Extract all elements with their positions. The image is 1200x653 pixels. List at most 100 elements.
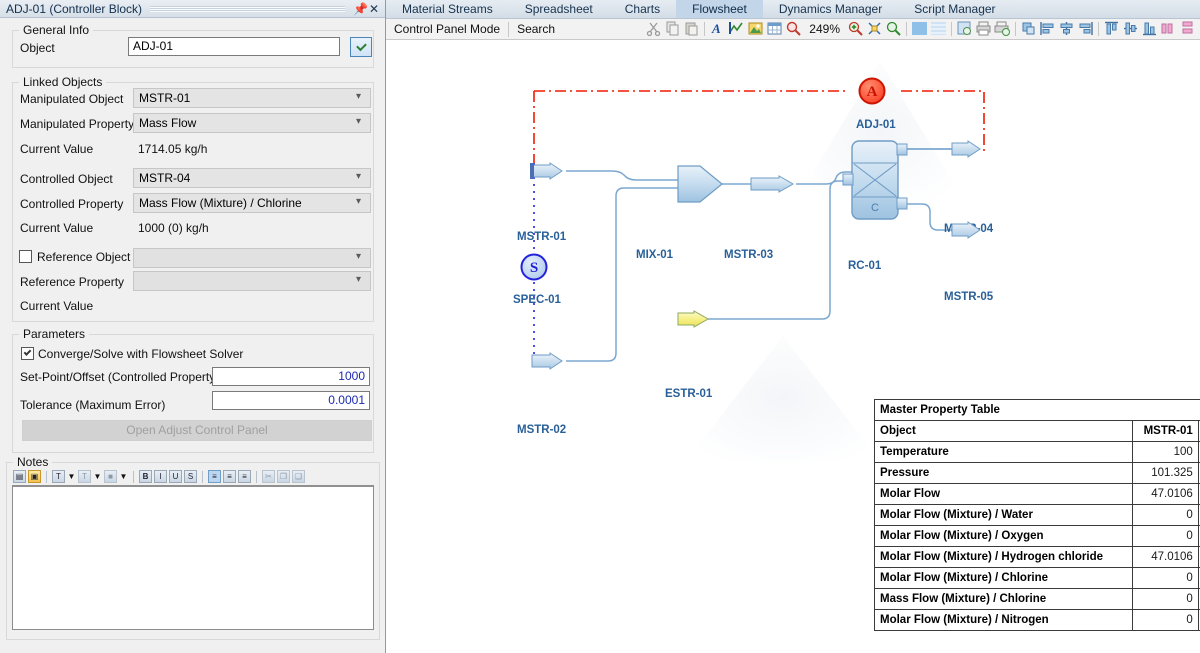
flowsheet-label-MSTR-02: MSTR-02 <box>517 424 566 436</box>
general-info-legend: General Info <box>19 23 94 37</box>
row-label: Temperature <box>873 441 1134 463</box>
toolbar-divider <box>951 21 952 36</box>
notes-textarea[interactable] <box>12 485 374 630</box>
tab-label: Charts <box>624 2 661 16</box>
pin-icon[interactable]: 📌 <box>353 2 368 16</box>
column-header-object: Object <box>873 420 1134 442</box>
panel-titlebar: ADJ-01 (Controller Block) 📌 ✕ <box>0 0 385 18</box>
print-preview-icon[interactable] <box>994 20 1011 37</box>
zoom-fit-icon[interactable] <box>866 20 883 37</box>
reference-property-label: Reference Property <box>20 275 125 289</box>
font-color-icon[interactable]: ■ <box>104 470 117 483</box>
controlled-property-select[interactable]: Mass Flow (Mixture) / Chlorine ▾ <box>133 193 371 213</box>
tab-spreadsheet[interactable]: Spreadsheet <box>509 0 609 18</box>
align-middle-icon[interactable] <box>1122 20 1139 37</box>
paste-icon[interactable]: ❑ <box>292 470 305 483</box>
reference-current-value-label: Current Value <box>20 299 94 313</box>
stream-MSTR-03 <box>750 175 795 193</box>
controlled-object-label: Controlled Object <box>20 172 113 186</box>
table-header-row: Object MSTR-01 MSTR-02 MSTR-03 MSTR-04 M… <box>873 420 1200 442</box>
align-right-icon[interactable]: ≡ <box>238 470 251 483</box>
zoom-selection-icon[interactable] <box>885 20 902 37</box>
controlled-object-select[interactable]: MSTR-04 ▾ <box>133 168 371 188</box>
font-size-icon[interactable]: T <box>78 470 91 483</box>
controller-block-panel: ADJ-01 (Controller Block) 📌 ✕ General In… <box>0 0 386 653</box>
panel-grip[interactable] <box>150 5 345 12</box>
table-row: Molar Flow (Mixture) / Nitrogen 0 59.686… <box>873 609 1200 631</box>
zoom-level[interactable]: 249% <box>804 22 845 36</box>
chevron-down-icon: ▾ <box>356 116 362 127</box>
align-center-icon[interactable]: ≡ <box>223 470 236 483</box>
manipulated-object-select[interactable]: MSTR-01 ▾ <box>133 88 371 108</box>
italic-icon[interactable]: I <box>154 470 167 483</box>
bold-icon[interactable]: B <box>139 470 152 483</box>
setpoint-input[interactable]: 1000 <box>212 367 370 386</box>
controlled-property-label: Controlled Property <box>20 197 124 211</box>
cell-value: 0 <box>1132 609 1199 631</box>
chevron-down-icon: ▾ <box>356 171 362 182</box>
stream-ESTR-01 <box>677 310 710 328</box>
reference-object-select[interactable]: ▾ <box>133 248 371 268</box>
tab-flowsheet[interactable]: Flowsheet <box>676 0 763 18</box>
align-left-icon[interactable] <box>1039 20 1056 37</box>
align-center-icon[interactable] <box>1058 20 1075 37</box>
chart-object-icon[interactable] <box>728 20 745 37</box>
copy-icon[interactable]: ❐ <box>277 470 290 483</box>
master-property-table[interactable]: Master Property Table Object MSTR-01 MST… <box>873 399 1200 631</box>
cut-icon[interactable] <box>645 20 662 37</box>
font-name-dropdown-icon[interactable]: ▼ <box>67 471 76 482</box>
underline-icon[interactable]: U <box>169 470 182 483</box>
accept-object-button[interactable] <box>350 37 372 57</box>
application-window: ADJ-01 (Controller Block) 📌 ✕ General In… <box>0 0 1200 653</box>
tolerance-input[interactable]: 0.0001 <box>212 391 370 410</box>
font-name-icon[interactable]: T <box>52 470 65 483</box>
open-adjust-control-panel-label: Open Adjust Control Panel <box>126 423 268 437</box>
row-label: Molar Flow (Mixture) / Nitrogen <box>873 609 1134 631</box>
table-object-icon[interactable] <box>766 20 783 37</box>
stream-MSTR-04 <box>951 140 981 158</box>
load-icon[interactable]: ▣ <box>28 470 41 483</box>
fill-color-icon[interactable] <box>911 20 928 37</box>
fill-pattern-icon[interactable] <box>930 20 947 37</box>
parameters-legend: Parameters <box>19 327 90 341</box>
align-left-icon[interactable]: ≡ <box>208 470 221 483</box>
converge-checkbox[interactable] <box>21 347 34 360</box>
print-icon[interactable] <box>975 20 992 37</box>
object-input[interactable]: ADJ-01 <box>128 37 340 56</box>
align-top-icon[interactable] <box>1103 20 1120 37</box>
paste-icon[interactable] <box>683 20 700 37</box>
save-image-icon[interactable] <box>956 20 973 37</box>
search-button[interactable]: Search <box>509 22 563 36</box>
cut-icon[interactable]: ✂ <box>262 470 275 483</box>
zoom-in-icon[interactable] <box>847 20 864 37</box>
tab-material-streams[interactable]: Material Streams <box>386 0 509 18</box>
manipulated-object-label: Manipulated Object <box>20 92 124 106</box>
distribute-horizontal-icon[interactable] <box>1160 20 1177 37</box>
tab-script-manager[interactable]: Script Manager <box>898 0 1011 18</box>
save-icon[interactable]: ▤ <box>13 470 26 483</box>
strikethrough-icon[interactable]: S <box>184 470 197 483</box>
group-icon[interactable] <box>1020 20 1037 37</box>
tab-dynamics-manager[interactable]: Dynamics Manager <box>763 0 898 18</box>
reference-object-checkbox[interactable] <box>19 250 32 263</box>
copy-icon[interactable] <box>664 20 681 37</box>
font-color-dropdown-icon[interactable]: ▼ <box>119 471 128 482</box>
row-label: Molar Flow (Mixture) / Oxygen <box>873 525 1134 547</box>
controlled-current-value-label: Current Value <box>20 221 94 235</box>
setpoint-label: Set-Point/Offset (Controlled Property) <box>20 370 220 384</box>
align-right-icon[interactable] <box>1077 20 1094 37</box>
cell-value: 0 <box>1132 525 1199 547</box>
tab-charts[interactable]: Charts <box>609 0 676 18</box>
manipulated-property-select[interactable]: Mass Flow ▾ <box>133 113 371 133</box>
close-icon[interactable]: ✕ <box>367 2 381 16</box>
control-panel-mode-button[interactable]: Control Panel Mode <box>386 22 508 36</box>
reference-property-select[interactable]: ▾ <box>133 271 371 291</box>
zoom-icon[interactable] <box>785 20 802 37</box>
font-size-dropdown-icon[interactable]: ▼ <box>93 471 102 482</box>
distribute-vertical-icon[interactable] <box>1179 20 1196 37</box>
open-adjust-control-panel-button[interactable]: Open Adjust Control Panel <box>22 420 372 441</box>
image-object-icon[interactable] <box>747 20 764 37</box>
check-icon <box>23 348 32 356</box>
align-bottom-icon[interactable] <box>1141 20 1158 37</box>
text-object-icon[interactable]: A <box>709 20 726 37</box>
